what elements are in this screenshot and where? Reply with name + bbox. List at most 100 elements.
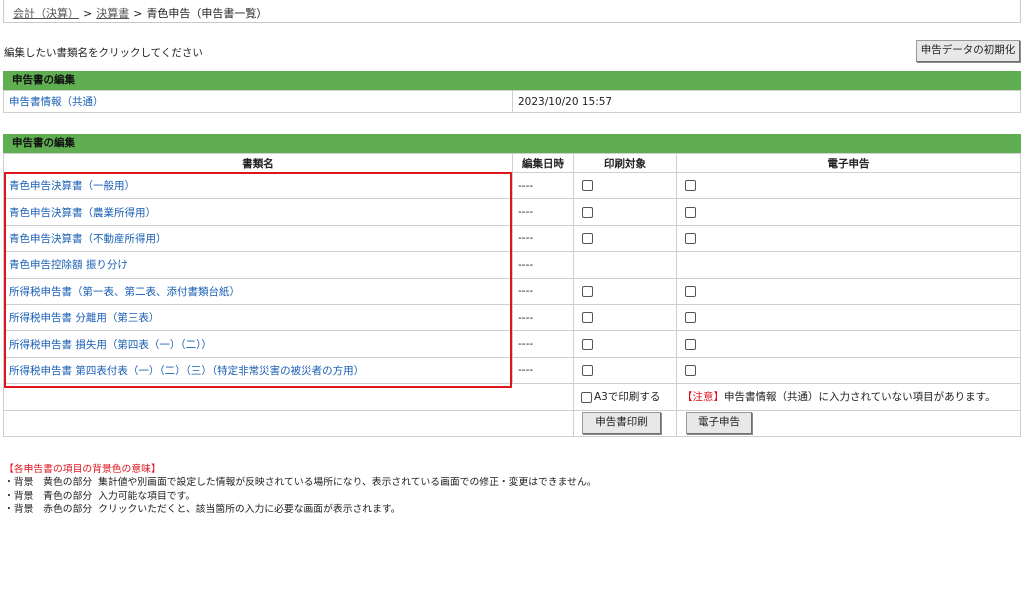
table-header-row: 書類名 編集日時 印刷対象 電子申告: [3, 153, 1021, 173]
table-row: 青色申告控除額 振り分け ----: [3, 251, 1021, 279]
efile-checkbox[interactable]: [685, 338, 696, 350]
breadcrumb: 会計（決算） > 決算書 > 青色申告（申告書一覧）: [3, 0, 1021, 23]
col-header-efile: 電子申告: [676, 153, 1021, 173]
print-cell: [573, 224, 677, 253]
doc-link-blue-realestate[interactable]: 青色申告決算書（不動産所得用）: [9, 233, 167, 245]
print-cell: [573, 330, 677, 358]
print-documents-button[interactable]: 申告書印刷: [582, 412, 661, 435]
efile-cell: [676, 224, 1021, 253]
efile-button[interactable]: 電子申告: [686, 412, 752, 435]
common-info-table: 申告書情報（共通） 2023/10/20 15:57: [3, 90, 1021, 113]
documents-panel: 申告書の編集 書類名 編集日時 印刷対象 電子申告 青色申告決算書（一般用） -…: [3, 134, 1021, 437]
print-cell: [573, 303, 677, 332]
edited-datetime: ----: [512, 251, 574, 279]
efile-checkbox[interactable]: [685, 312, 696, 324]
edited-datetime: ----: [512, 198, 574, 226]
doc-name-cell: 申告書情報（共通）: [3, 90, 513, 113]
efile-cell: [676, 330, 1021, 358]
col-header-print: 印刷対象: [573, 153, 677, 173]
init-data-button[interactable]: 申告データの初期化: [916, 40, 1020, 62]
legend-desc: 入力可能な項目です。: [98, 490, 196, 502]
efile-cell: [676, 356, 1021, 385]
print-checkbox[interactable]: [582, 338, 593, 350]
breadcrumb-separator: >: [83, 7, 93, 20]
breadcrumb-link-statements[interactable]: 決算書: [96, 7, 129, 20]
print-cell: [573, 251, 677, 279]
doc-name-cell: 青色申告決算書（一般用）: [3, 171, 513, 200]
a3-cell: A3で印刷する: [573, 383, 677, 411]
efile-checkbox[interactable]: [685, 232, 696, 244]
doc-link-blue-agriculture[interactable]: 青色申告決算書（農業所得用）: [9, 207, 156, 219]
table-row: 青色申告決算書（不動産所得用） ----: [3, 224, 1021, 253]
actions-row: 申告書印刷 電子申告: [3, 409, 1021, 437]
print-checkbox[interactable]: [582, 285, 593, 297]
efile-checkbox[interactable]: [685, 206, 696, 218]
doc-name-cell: 青色申告控除額 振り分け: [3, 251, 513, 279]
efile-button-cell: 電子申告: [676, 409, 1021, 437]
col-header-name: 書類名: [3, 153, 513, 173]
empty-cell: [3, 383, 574, 411]
edited-datetime: ----: [512, 277, 574, 305]
a3-print-checkbox[interactable]: [581, 391, 592, 403]
efile-cell: [676, 303, 1021, 332]
legend-title: 【各申告書の項目の背景色の意味】: [4, 464, 161, 475]
print-checkbox[interactable]: [582, 180, 593, 192]
table-row: 所得税申告書 分離用（第三表） ----: [3, 303, 1021, 332]
efile-checkbox[interactable]: [685, 285, 696, 297]
efile-checkbox[interactable]: [685, 364, 696, 376]
documents-table: 書類名 編集日時 印刷対象 電子申告 青色申告決算書（一般用） ---- 青色申…: [3, 153, 1021, 437]
efile-cell: [676, 171, 1021, 200]
a3-print-label: A3で印刷する: [594, 391, 661, 404]
print-checkbox[interactable]: [582, 312, 593, 324]
empty-cell: [3, 409, 574, 437]
print-cell: [573, 356, 677, 385]
doc-name-cell: 所得税申告書 分離用（第三表）: [3, 303, 513, 332]
efile-cell: [676, 277, 1021, 305]
options-row: A3で印刷する 【注意】申告書情報（共通）に入力されていない項目があります。: [3, 383, 1021, 411]
doc-link-blue-general[interactable]: 青色申告決算書（一般用）: [9, 180, 135, 192]
table-row: 青色申告決算書（農業所得用） ----: [3, 198, 1021, 226]
print-checkbox[interactable]: [582, 232, 593, 244]
doc-name-cell: 青色申告決算書（農業所得用）: [3, 198, 513, 226]
col-header-edited: 編集日時: [512, 153, 574, 173]
table-row: 青色申告決算書（一般用） ----: [3, 171, 1021, 200]
doc-link-income-tax-appendix[interactable]: 所得税申告書 第四表付表（一）（二）（三）（特定非常災害の被災者の方用）: [9, 365, 364, 377]
table-row: 申告書情報（共通） 2023/10/20 15:57: [3, 90, 1021, 113]
legend-label: ・背景 赤色の部分: [4, 503, 93, 515]
doc-link-deduction-allocation[interactable]: 青色申告控除額 振り分け: [9, 259, 128, 271]
breadcrumb-separator: >: [133, 7, 143, 20]
print-checkbox[interactable]: [582, 364, 593, 376]
breadcrumb-current: 青色申告（申告書一覧）: [146, 7, 268, 20]
edited-datetime: ----: [512, 330, 574, 358]
efile-checkbox[interactable]: [685, 180, 696, 192]
print-button-cell: 申告書印刷: [573, 409, 677, 437]
legend-line: ・背景 黄色の部分 集計値や別画面で設定した情報が反映されている場所になり、表示さ…: [4, 476, 597, 489]
doc-link-income-tax-separate[interactable]: 所得税申告書 分離用（第三表）: [9, 312, 159, 324]
legend-line: ・背景 赤色の部分 クリックいただくと、該当箇所の入力に必要な画面が表示されます。: [4, 503, 597, 516]
doc-link-income-tax-main[interactable]: 所得税申告書（第一表、第二表、添付書類台紙）: [9, 286, 240, 298]
legend-line: ・背景 青色の部分 入力可能な項目です。: [4, 490, 597, 503]
breadcrumb-link-accounting[interactable]: 会計（決算）: [13, 7, 79, 20]
efile-cell: [676, 198, 1021, 226]
edited-datetime: ----: [512, 356, 574, 385]
table-row: 所得税申告書（第一表、第二表、添付書類台紙） ----: [3, 277, 1021, 305]
section-header: 申告書の編集: [3, 134, 1021, 153]
common-info-panel: 申告書の編集 申告書情報（共通） 2023/10/20 15:57: [3, 71, 1021, 113]
doc-name-cell: 所得税申告書 第四表付表（一）（二）（三）（特定非常災害の被災者の方用）: [3, 356, 513, 385]
legend-label: ・背景 黄色の部分: [4, 477, 93, 489]
edited-datetime: ----: [512, 303, 574, 332]
doc-name-cell: 所得税申告書（第一表、第二表、添付書類台紙）: [3, 277, 513, 305]
doc-link-common-info[interactable]: 申告書情報（共通）: [9, 96, 104, 108]
section-header: 申告書の編集: [3, 71, 1021, 90]
print-checkbox[interactable]: [582, 206, 593, 218]
print-cell: [573, 198, 677, 226]
edited-datetime: 2023/10/20 15:57: [512, 90, 1021, 113]
legend-desc: クリックいただくと、該当箇所の入力に必要な画面が表示されます。: [98, 503, 401, 515]
edited-datetime: ----: [512, 171, 574, 200]
legend: 【各申告書の項目の背景色の意味】 ・背景 黄色の部分 集計値や別画面で設定した情報…: [4, 463, 597, 516]
doc-name-cell: 青色申告決算書（不動産所得用）: [3, 224, 513, 253]
print-cell: [573, 171, 677, 200]
doc-link-income-tax-loss[interactable]: 所得税申告書 損失用（第四表（一）（二））: [9, 339, 212, 351]
instruction-text: 編集したい書類名をクリックしてください: [4, 47, 203, 59]
notice-tag: 【注意】: [682, 391, 724, 404]
